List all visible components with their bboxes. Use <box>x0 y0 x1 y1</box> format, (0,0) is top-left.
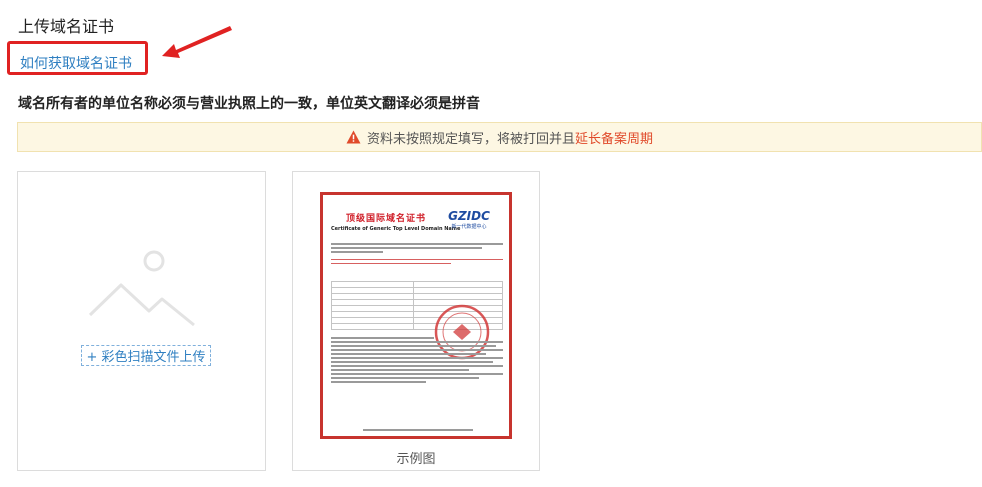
sample-caption: 示例图 <box>396 452 436 467</box>
certificate-intro-text <box>331 243 503 267</box>
certificate-title-en: Certificate of Generic Top Level Domain … <box>331 226 461 232</box>
warning-banner: 资料未按照规定填写，将被打回并且 延长备案周期 <box>17 122 982 152</box>
certificate-body-text <box>331 337 503 385</box>
red-arrow-icon <box>162 26 232 58</box>
image-placeholder-icon <box>88 250 195 327</box>
upload-card[interactable]: + 彩色扫描文件上传 <box>17 171 266 471</box>
certificate-heading: 顶级国际域名证书 Certificate of Generic Top Leve… <box>331 211 461 232</box>
gzidc-logo: GZIDC 新一代数据中心 <box>439 209 499 230</box>
logo-tagline: 新一代数据中心 <box>451 224 487 230</box>
certificate-footer <box>363 429 473 431</box>
upload-scan-button[interactable]: + 彩色扫描文件上传 <box>81 345 211 366</box>
logo-mark: GZIDC <box>448 209 490 223</box>
certificate-title-cn: 顶级国际域名证书 <box>345 214 426 224</box>
sample-certificate-image: 顶级国际域名证书 Certificate of Generic Top Leve… <box>320 192 512 439</box>
requirement-note: 域名所有者的单位名称必须与营业执照上的一致，单位英文翻译必须是拼音 <box>18 96 480 112</box>
sample-card: 顶级国际域名证书 Certificate of Generic Top Leve… <box>292 171 540 471</box>
warning-highlight: 延长备案周期 <box>575 131 654 147</box>
warning-text: 资料未按照规定填写，将被打回并且 <box>366 131 575 147</box>
warning-icon <box>346 130 361 144</box>
how-to-get-certificate-link[interactable]: 如何获取域名证书 <box>20 53 132 73</box>
page-title: 上传域名证书 <box>18 17 115 36</box>
